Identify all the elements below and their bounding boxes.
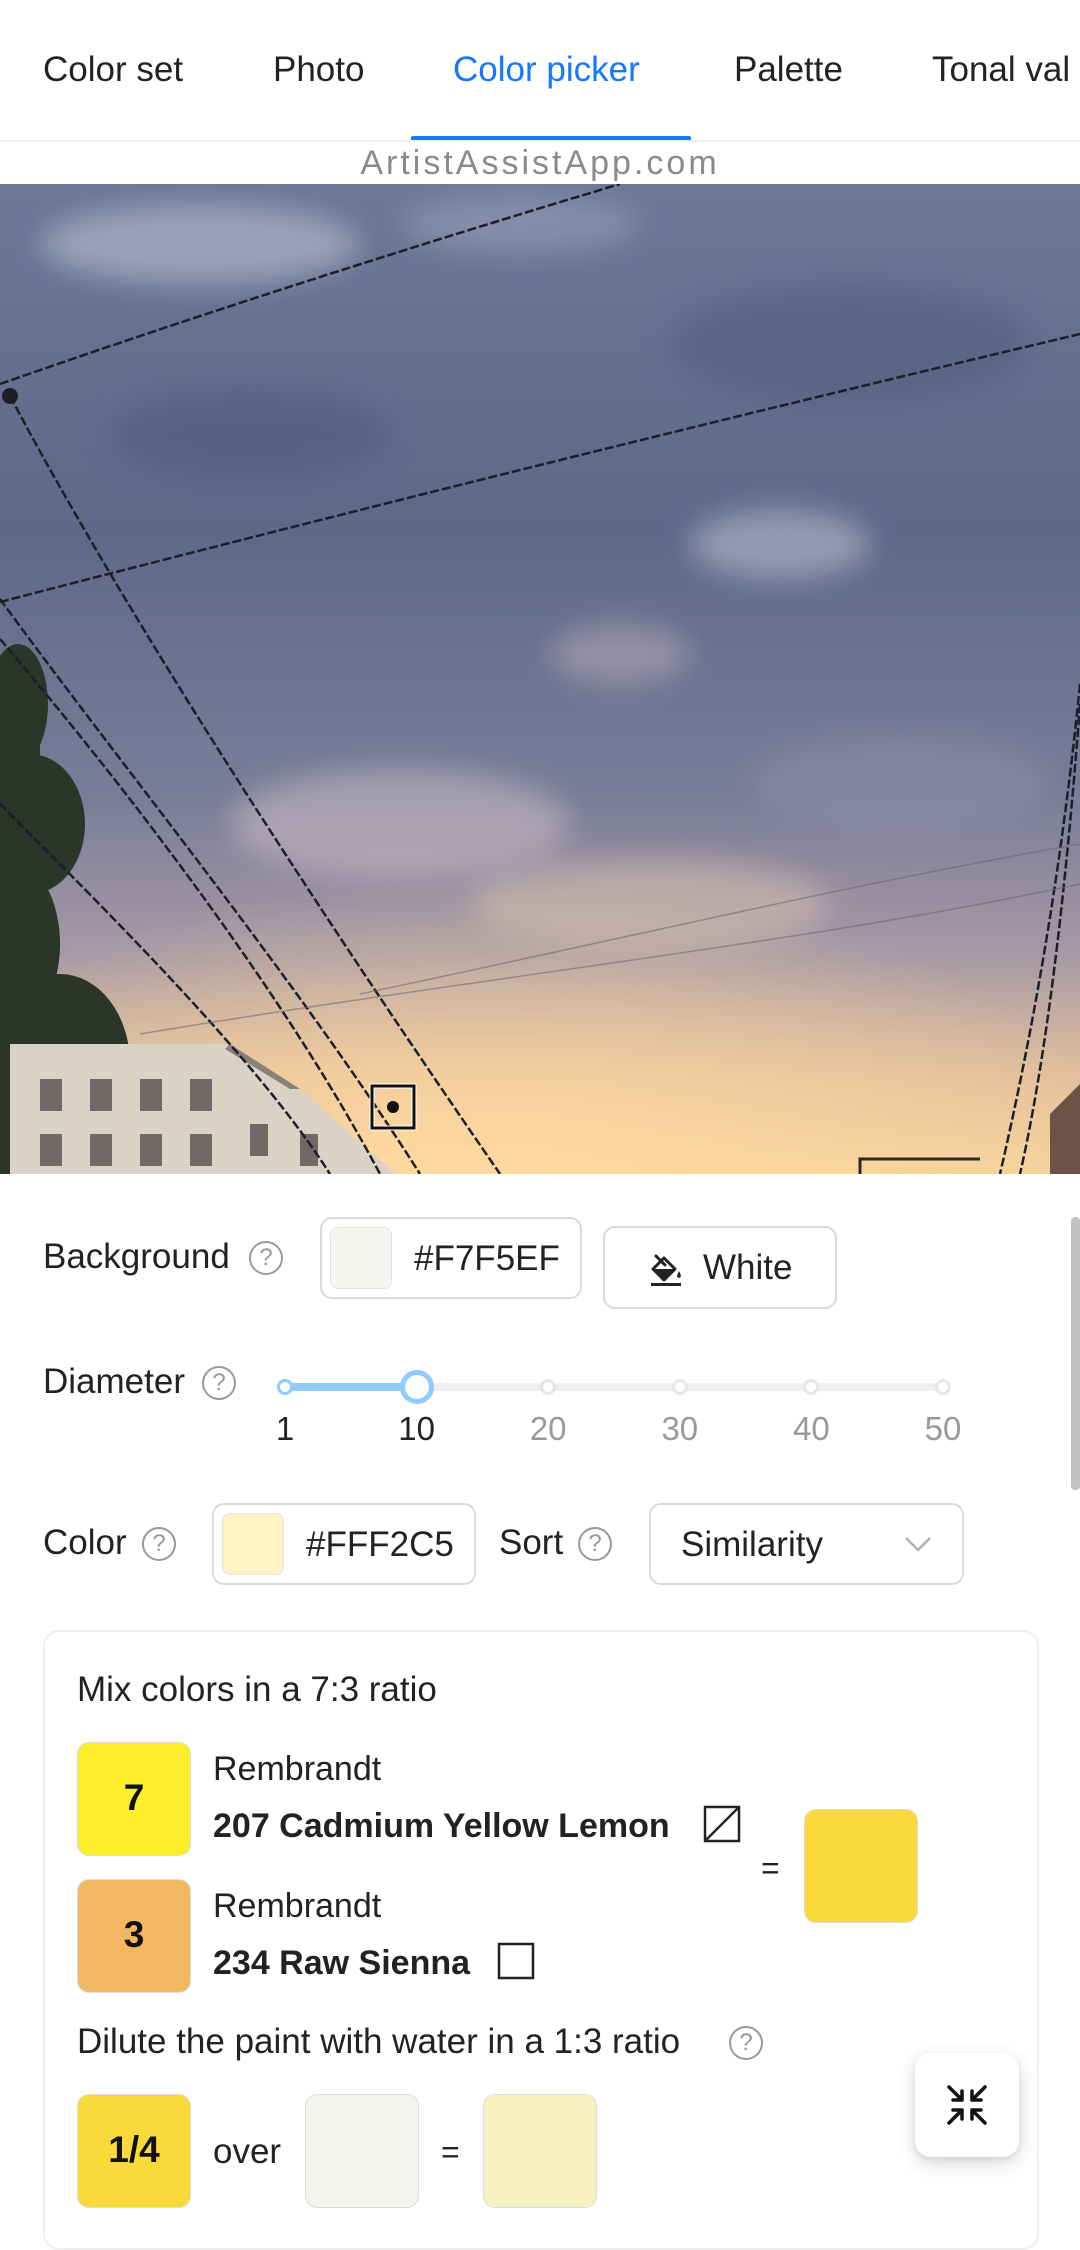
- slider-handle[interactable]: [399, 1370, 434, 1404]
- color-row: Color ? #FFF2C5 Sort ? Similarity: [0, 1503, 1080, 1588]
- tab-color-picker[interactable]: Color picker: [453, 0, 640, 140]
- paint-name[interactable]: 207 Cadmium Yellow Lemon: [213, 1807, 670, 1846]
- fullscreen-toggle-button[interactable]: [915, 2053, 1019, 2157]
- transparent-square-icon: [497, 1942, 535, 1980]
- white-button[interactable]: White: [603, 1226, 837, 1309]
- paint-bucket-icon: [651, 1254, 681, 1286]
- background-row: Background ? #F7F5EF White: [0, 1217, 1080, 1309]
- color-field[interactable]: #FFF2C5: [212, 1503, 476, 1585]
- paint-brand: Rembrandt: [213, 1887, 382, 1925]
- tab-photo[interactable]: Photo: [273, 0, 364, 140]
- dilute-result-swatch: [483, 2094, 597, 2208]
- over-label: over: [213, 2132, 282, 2171]
- slider-dot[interactable]: [935, 1379, 951, 1395]
- dilute-fraction-swatch: 1/4: [77, 2094, 191, 2208]
- active-tab-indicator: [411, 136, 691, 140]
- help-icon[interactable]: ?: [729, 2026, 763, 2060]
- slider-dot[interactable]: [671, 1379, 688, 1395]
- help-icon[interactable]: ?: [202, 1366, 236, 1400]
- background-hex: #F7F5EF: [414, 1239, 560, 1278]
- watermark: ArtistAssistApp.com: [0, 142, 1080, 184]
- white-button-label: White: [703, 1248, 793, 1287]
- mix-card: Mix colors in a 7:3 ratio 7 Rembrandt 20…: [43, 1630, 1039, 2250]
- slider-mark-label[interactable]: 40: [771, 1410, 851, 1448]
- paint-brand: Rembrandt: [213, 1750, 382, 1788]
- sort-select[interactable]: Similarity: [649, 1503, 964, 1585]
- sky-photo[interactable]: [0, 184, 1080, 1174]
- help-icon[interactable]: ?: [578, 1527, 612, 1561]
- color-swatch: [222, 1513, 284, 1575]
- sort-selected: Similarity: [681, 1525, 823, 1564]
- background-label: Background: [43, 1237, 230, 1276]
- tab-color-set[interactable]: Color set: [43, 0, 183, 140]
- sort-label: Sort: [499, 1523, 564, 1562]
- diameter-label: Diameter: [43, 1362, 185, 1401]
- mix-title: Mix colors in a 7:3 ratio: [77, 1670, 437, 1709]
- dilute-title: Dilute the paint with water in a 1:3 rat…: [77, 2022, 681, 2061]
- paint-name[interactable]: 234 Raw Sienna: [213, 1944, 470, 1983]
- slider-mark-label[interactable]: 20: [508, 1410, 588, 1448]
- slider-track: [285, 1383, 417, 1391]
- dilute-background-swatch: [305, 2094, 419, 2208]
- paint-parts-swatch: 7: [77, 1742, 191, 1856]
- compress-icon: [947, 2085, 987, 2125]
- chevron-down-icon: [905, 1537, 931, 1552]
- background-swatch: [330, 1227, 392, 1289]
- help-icon[interactable]: ?: [249, 1241, 283, 1275]
- background-color-field[interactable]: #F7F5EF: [320, 1217, 582, 1299]
- tab-bar: Color set Photo Color picker Palette Ton…: [0, 0, 1080, 142]
- slider-mark-label[interactable]: 50: [903, 1410, 983, 1448]
- paint-parts-swatch: 3: [77, 1879, 191, 1993]
- sky-photo-drawing: [0, 184, 1080, 1174]
- tab-tonal-values[interactable]: Tonal val: [932, 0, 1070, 140]
- slider-mark-label[interactable]: 1: [245, 1410, 325, 1448]
- slider-mark-label[interactable]: 30: [640, 1410, 720, 1448]
- semi-transparent-square-icon: [703, 1805, 741, 1843]
- color-label: Color: [43, 1523, 127, 1562]
- help-icon[interactable]: ?: [142, 1527, 176, 1561]
- tab-palette[interactable]: Palette: [734, 0, 843, 140]
- mix-result-swatch: [804, 1809, 918, 1923]
- color-hex: #FFF2C5: [306, 1525, 454, 1564]
- equals-sign: =: [761, 1850, 780, 1886]
- slider-dot[interactable]: [277, 1379, 293, 1395]
- slider-mark-label[interactable]: 10: [377, 1410, 457, 1448]
- equals-sign: =: [441, 2134, 460, 2170]
- scrollbar[interactable]: [1071, 1217, 1080, 1490]
